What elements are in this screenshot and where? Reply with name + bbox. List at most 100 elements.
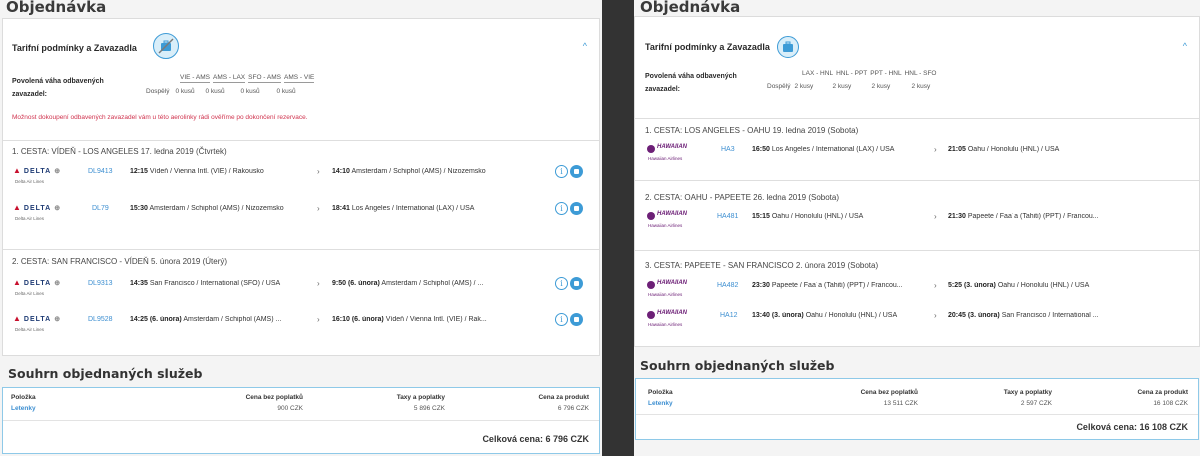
baggage-routes: VIE - AMS AMS - LAX SFO - AMS AMS - VIE [180, 74, 315, 83]
summary-item-link[interactable]: Letenky [648, 400, 673, 407]
divider [635, 118, 1199, 119]
leg-header: 1. CESTA: VÍDEŇ - LOS ANGELES 17. ledna … [12, 147, 227, 156]
info-icon[interactable]: i [555, 202, 568, 215]
chevron-right-icon: › [317, 167, 320, 176]
flight-info-icons: i [555, 165, 583, 178]
flight-number-link[interactable]: DL79 [92, 205, 109, 212]
summary-header-total: Cena za produkt [538, 394, 589, 401]
window-divider [602, 0, 634, 456]
summary-taxes: 5 896 CZK [413, 405, 445, 412]
page-title: Objednávka [640, 0, 741, 16]
summary-header-total: Cena za produkt [1137, 389, 1188, 396]
summary-box: Položka Cena bez poplatků Taxy a poplatk… [635, 378, 1199, 440]
summary-header-item: Položka [648, 389, 673, 396]
summary-item-link[interactable]: Letenky [11, 405, 36, 412]
baggage-icon[interactable] [570, 277, 583, 290]
baggage-icon[interactable] [570, 313, 583, 326]
summary-header-item: Položka [11, 394, 36, 401]
divider [3, 420, 599, 421]
baggage-routes: LAX - HNL HNL - PPT PPT - HNL HNL - SFO [802, 70, 937, 77]
chevron-right-icon: › [934, 145, 937, 154]
flight-number-link[interactable]: HA3 [721, 146, 735, 153]
chevron-up-icon[interactable]: ^ [1183, 41, 1187, 51]
chevron-right-icon: › [934, 311, 937, 320]
hawaiian-logo: HAWAIIAN Hawaiian Airlines [647, 211, 687, 228]
flight-row: ▲ DELTA ⊕ Delta Air Lines DL79 15:30 Amster… [12, 202, 591, 226]
flight-row: ▲ DELTA ⊕ Delta Air Lines DL9528 14:25 (6. … [12, 313, 591, 337]
divider [635, 180, 1199, 181]
baggage-icon[interactable] [570, 165, 583, 178]
flight-info-icons: i [555, 277, 583, 290]
baggage-warning: Možnost dokoupení odbavených zavazadel v… [12, 114, 308, 121]
summary-header-taxes: Taxy a poplatky [1003, 389, 1052, 396]
arrival: 21:05 Oahu / Honolulu (HNL) / USA [948, 146, 1060, 153]
flight-number-link[interactable]: HA481 [717, 213, 738, 220]
arrival: 16:10 (6. února) Vídeň / Vienna Intl. (V… [332, 316, 487, 323]
flight-row: HAWAIIAN Hawaiian Airlines HA481 15:15 Oa… [645, 210, 1191, 234]
hawaiian-logo: HAWAIIAN Hawaiian Airlines [647, 280, 687, 297]
leg-header: 1. CESTA: LOS ANGELES - OAHU 19. ledna 2… [645, 126, 859, 135]
summary-product-price: 6 796 CZK [557, 405, 589, 412]
info-icon[interactable]: i [555, 313, 568, 326]
departure: 13:40 (3. února) Oahu / Honolulu (HNL) /… [752, 312, 898, 319]
delta-logo: ▲ DELTA ⊕ Delta Air Lines [13, 203, 62, 221]
tariff-title: Tarifní podmínky a Zavazadla [12, 43, 137, 53]
leg-header: 2. CESTA: SAN FRANCISCO - VÍDEŇ 5. února… [12, 257, 228, 266]
flight-row: HAWAIIAN Hawaiian Airlines HA482 23:30 Pa… [645, 279, 1191, 303]
summary-taxes: 2 597 CZK [1020, 400, 1052, 407]
baggage-weight-label: Povolená váha odbavených zavazadel: [645, 73, 737, 93]
flight-number-link[interactable]: DL9413 [88, 168, 113, 175]
no-baggage-icon[interactable] [153, 33, 179, 59]
departure: 12:15 Vídeň / Vienna Intl. (VIE) / Rakou… [130, 168, 264, 175]
baggage-icon[interactable] [777, 36, 799, 58]
divider [3, 140, 599, 141]
leg-header: 2. CESTA: OAHU - PAPEETE 26. ledna 2019 … [645, 193, 840, 202]
flight-info-icons: i [555, 313, 583, 326]
flight-number-link[interactable]: HA12 [720, 312, 738, 319]
summary-header-taxes: Taxy a poplatky [396, 394, 445, 401]
order-card: Tarifní podmínky a Zavazadla ^ Povolená … [2, 18, 600, 356]
hawaiian-logo: HAWAIIAN Hawaiian Airlines [647, 310, 687, 327]
info-icon[interactable]: i [555, 165, 568, 178]
chevron-right-icon: › [934, 212, 937, 221]
flight-row: HAWAIIAN Hawaiian Airlines HA12 13:40 (3.… [645, 309, 1191, 333]
flight-row: ▲ DELTA ⊕ Delta Air Lines DL9413 12:15 Víde… [12, 165, 591, 189]
chevron-up-icon[interactable]: ^ [583, 41, 587, 51]
summary-box: Položka Cena bez poplatků Taxy a poplatk… [2, 387, 600, 454]
summary-price: 900 CZK [277, 405, 303, 412]
leg-header: 3. CESTA: PAPEETE - SAN FRANCISCO 2. úno… [645, 261, 879, 270]
baggage-icon[interactable] [570, 202, 583, 215]
baggage-weight-label: Povolená váha odbavených zavazadel: [12, 78, 104, 98]
summary-title: Souhrn objednaných služeb [640, 358, 835, 373]
departure: 16:50 Los Angeles / International (LAX) … [752, 146, 895, 153]
tariff-title: Tarifní podmínky a Zavazadla [645, 42, 770, 52]
page-title: Objednávka [6, 0, 107, 16]
arrival: 9:50 (6. února) Amsterdam / Schiphol (AM… [332, 280, 484, 287]
chevron-right-icon: › [317, 204, 320, 213]
arrival: 18:41 Los Angeles / International (LAX) … [332, 205, 475, 212]
summary-header-price: Cena bez poplatků [860, 389, 918, 396]
arrival: 20:45 (3. února) San Francisco / Interna… [948, 312, 1099, 319]
delta-logo: ▲ DELTA ⊕ Delta Air Lines [13, 278, 62, 296]
chevron-right-icon: › [934, 281, 937, 290]
delta-logo: ▲ DELTA ⊕ Delta Air Lines [13, 166, 62, 184]
departure: 14:35 San Francisco / International (SFO… [130, 280, 281, 287]
order-panel-right: Objednávka Tarifní podmínky a Zavazadla … [634, 0, 1200, 456]
departure: 14:25 (6. února) Amsterdam / Schiphol (A… [130, 316, 282, 323]
flight-number-link[interactable]: HA482 [717, 282, 738, 289]
flight-number-link[interactable]: DL9313 [88, 280, 113, 287]
flight-number-link[interactable]: DL9528 [88, 316, 113, 323]
flight-row: HAWAIIAN Hawaiian Airlines HA3 16:50 Los … [645, 143, 1191, 167]
divider [635, 250, 1199, 251]
flight-info-icons: i [555, 202, 583, 215]
departure: 15:15 Oahu / Honolulu (HNL) / USA [752, 213, 864, 220]
order-card: Tarifní podmínky a Zavazadla ^ Povolená … [634, 16, 1200, 347]
delta-logo: ▲ DELTA ⊕ Delta Air Lines [13, 314, 62, 332]
hawaiian-logo: HAWAIIAN Hawaiian Airlines [647, 144, 687, 161]
info-icon[interactable]: i [555, 277, 568, 290]
baggage-allowances: Dospělý 0 kusů 0 kusů 0 kusů 0 kusů [146, 88, 296, 95]
total-price: Celková cena: 6 796 CZK [482, 434, 589, 444]
summary-product-price: 16 108 CZK [1153, 400, 1188, 407]
divider [636, 414, 1198, 415]
summary-title: Souhrn objednaných služeb [8, 366, 203, 381]
